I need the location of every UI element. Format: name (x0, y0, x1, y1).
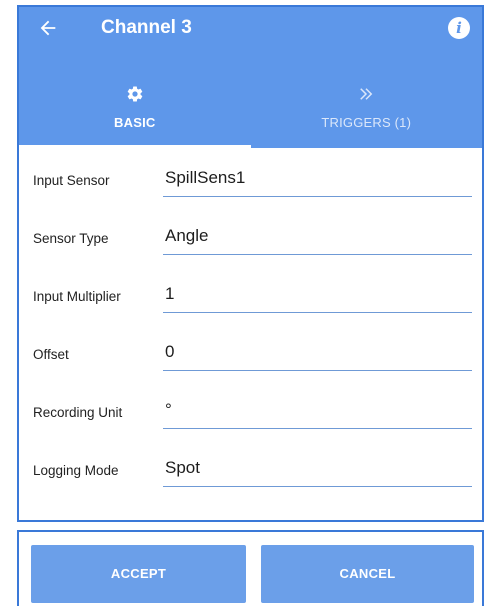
action-bar: ACCEPT CANCEL (17, 530, 484, 606)
offset-value: 0 (165, 342, 175, 361)
recording-unit-row: Recording Unit ° (19, 380, 482, 438)
recording-unit-value: ° (165, 400, 172, 419)
logging-mode-row: Logging Mode Spot (19, 438, 482, 496)
tab-bar: BASIC TRIGGERS (1) (19, 71, 482, 148)
logging-mode-value: Spot (165, 458, 200, 477)
tab-triggers[interactable]: TRIGGERS (1) (251, 71, 483, 148)
input-sensor-row: Input Sensor SpillSens1 (19, 148, 482, 206)
offset-field[interactable]: 0 (163, 336, 472, 371)
input-multiplier-value: 1 (165, 284, 175, 303)
recording-unit-field[interactable]: ° (163, 394, 472, 429)
input-sensor-field[interactable]: SpillSens1 (163, 162, 472, 197)
page-title: Channel 3 (101, 17, 192, 38)
input-sensor-label: Input Sensor (33, 173, 110, 188)
recording-unit-label: Recording Unit (33, 405, 123, 420)
channel-settings-card: Channel 3 i BASIC TRIGGERS (1) Input Sen… (17, 5, 484, 522)
sensor-type-field[interactable]: Angle (163, 220, 472, 255)
sensor-type-row: Sensor Type Angle (19, 206, 482, 264)
accept-button[interactable]: ACCEPT (31, 545, 246, 603)
input-sensor-value: SpillSens1 (165, 168, 246, 187)
offset-label: Offset (33, 347, 69, 362)
input-multiplier-label: Input Multiplier (33, 289, 121, 304)
input-multiplier-row: Input Multiplier 1 (19, 264, 482, 322)
tab-basic-label: BASIC (114, 115, 156, 130)
cancel-button[interactable]: CANCEL (261, 545, 474, 603)
offset-row: Offset 0 (19, 322, 482, 380)
gear-icon (127, 86, 143, 102)
info-icon[interactable]: i (448, 17, 470, 39)
app-bar: Channel 3 i BASIC TRIGGERS (1) (19, 7, 482, 148)
toolbar: Channel 3 i (19, 7, 482, 59)
logging-mode-field[interactable]: Spot (163, 452, 472, 487)
sensor-type-label: Sensor Type (33, 231, 109, 246)
tab-triggers-label: TRIGGERS (1) (321, 115, 412, 130)
arrow-left-icon[interactable] (37, 17, 59, 39)
tab-basic[interactable]: BASIC (19, 71, 251, 148)
logging-mode-label: Logging Mode (33, 463, 119, 478)
input-multiplier-field[interactable]: 1 (163, 278, 472, 313)
sensor-type-value: Angle (165, 226, 209, 245)
double-chevron-right-icon (360, 88, 373, 100)
